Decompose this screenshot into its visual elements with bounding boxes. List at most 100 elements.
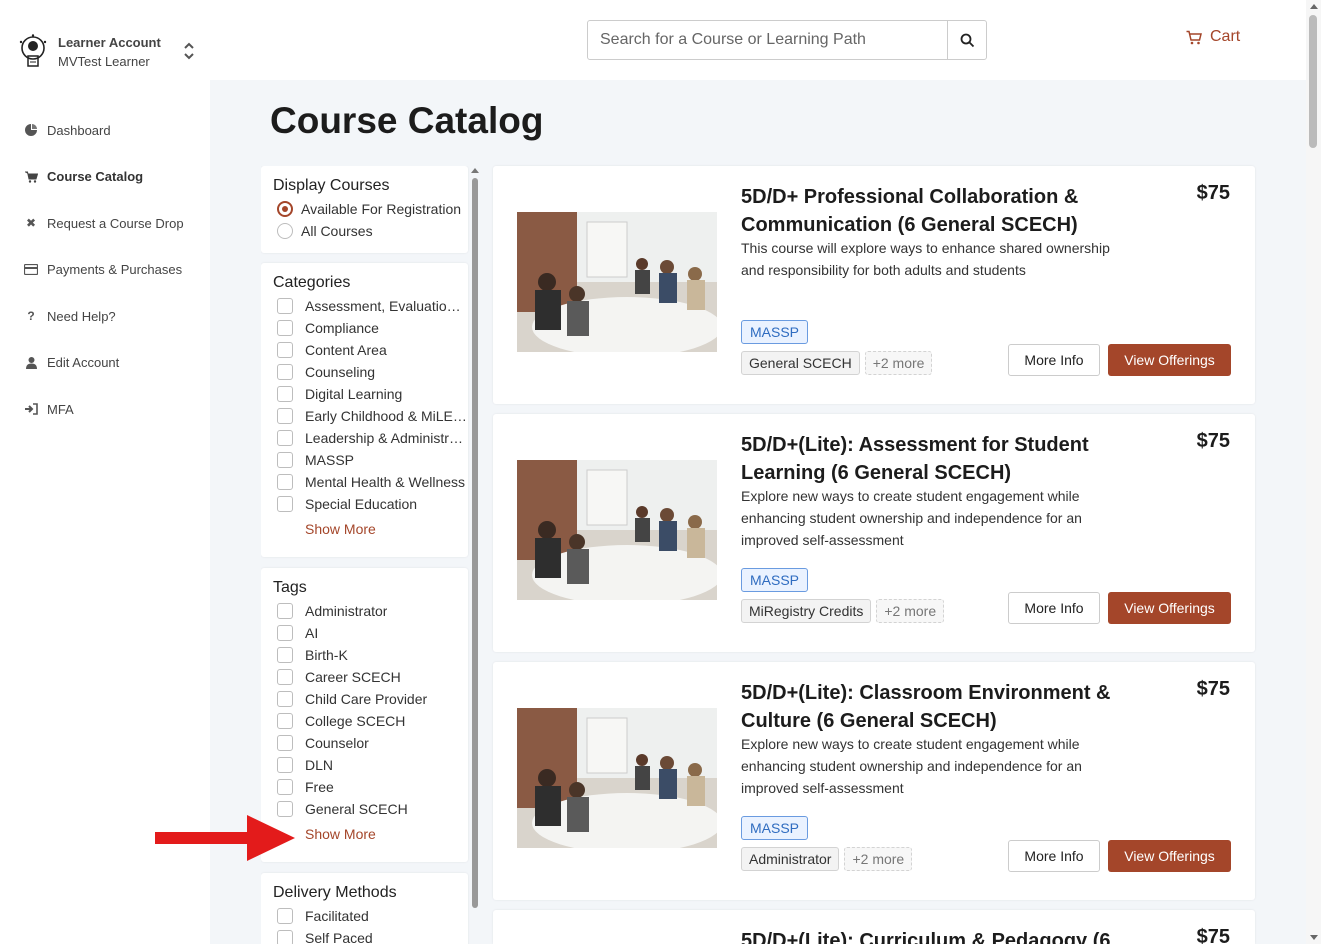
scroll-up-icon[interactable] [1310,4,1318,9]
checkbox-option[interactable]: Career SCECH [273,666,468,688]
x-icon: ✖ [25,216,37,231]
sidebar-item-edit-account[interactable]: Edit Account [24,340,184,387]
sidebar-item-help[interactable]: ? Need Help? [24,293,184,340]
sidebar-item-mfa[interactable]: MFA [24,386,184,433]
account-switcher[interactable]: Learner Account MVTest Learner [17,32,197,72]
checkbox-option[interactable]: Counseling [273,361,468,383]
checkbox[interactable] [277,735,293,751]
sidebar-item-dashboard[interactable]: Dashboard [24,107,184,154]
checkbox[interactable] [277,496,293,512]
radio-button[interactable] [277,223,293,239]
sidebar-item-payments[interactable]: Payments & Purchases [24,247,184,294]
account-title: Learner Account [58,35,161,50]
cart-link[interactable]: Cart [1186,28,1240,46]
checkbox[interactable] [277,779,293,795]
checkbox[interactable] [277,364,293,380]
more-tags-chip[interactable]: +2 more [864,351,933,375]
radio-option[interactable]: All Courses [273,220,468,242]
org-badge: MASSP [741,320,809,344]
checkbox-option[interactable]: Assessment, Evaluation & Data [273,295,468,317]
chevron-up-down-icon[interactable] [182,40,196,62]
scrollbar-thumb[interactable] [472,178,478,908]
course-title[interactable]: 5D/D+ Professional Collaboration & Commu… [741,183,1121,239]
checkbox[interactable] [277,930,293,944]
checkbox[interactable] [277,320,293,336]
search-button[interactable] [947,21,986,59]
checkbox[interactable] [277,691,293,707]
checkbox-option[interactable]: Self Paced [273,927,468,944]
course-title[interactable]: 5D/D+(Lite): Classroom Environment & Cul… [741,679,1121,735]
arrow-right-icon [155,815,295,861]
tags-show-more-link[interactable]: Show More [305,826,376,842]
checkbox[interactable] [277,342,293,358]
checkbox[interactable] [277,669,293,685]
checkbox-option[interactable]: Birth-K [273,644,468,666]
checkbox-option[interactable]: Digital Learning [273,383,468,405]
course-price: $75 [1196,182,1230,204]
page-scrollbar[interactable] [1306,0,1321,944]
checkbox-option[interactable]: Special Education [273,493,468,515]
filters-scrollbar[interactable] [470,166,480,944]
top-header: Cart [210,0,1306,80]
view-offerings-button[interactable]: View Offerings [1108,344,1231,376]
checkbox[interactable] [277,298,293,314]
radio-option[interactable]: Available For Registration [273,198,468,220]
more-tags-chip[interactable]: +2 more [844,847,913,871]
view-offerings-button[interactable]: View Offerings [1108,840,1231,872]
checkbox-option[interactable]: Facilitated [273,905,468,927]
sidebar: Learner Account MVTest Learner Dashboard… [0,0,210,944]
checkbox[interactable] [277,603,293,619]
course-thumbnail[interactable] [517,212,717,352]
checkbox[interactable] [277,647,293,663]
course-thumbnail[interactable] [517,460,717,600]
course-thumbnail[interactable] [517,708,717,848]
checkbox[interactable] [277,474,293,490]
radio-button-selected[interactable] [277,201,293,217]
checkbox-option[interactable]: MASSP [273,449,468,471]
checkbox-option[interactable]: Leadership & Administration [273,427,468,449]
categories-show-more-link[interactable]: Show More [305,521,376,537]
sidebar-item-request-drop[interactable]: ✖ Request a Course Drop [24,200,184,247]
course-title[interactable]: 5D/D+(Lite): Assessment for Student Lear… [741,431,1121,487]
checkbox-option[interactable]: General SCECH [273,798,468,820]
checkbox-option[interactable]: Free [273,776,468,798]
more-info-button[interactable]: More Info [1008,344,1100,376]
course-title[interactable]: 5D/D+(Lite): Curriculum & Pedagogy (6 [741,927,1121,944]
checkbox-option[interactable]: Mental Health & Wellness [273,471,468,493]
scroll-down-icon[interactable] [1310,935,1318,940]
more-tags-chip[interactable]: +2 more [876,599,945,623]
logo-icon [19,34,47,67]
checkbox-option[interactable]: Content Area [273,339,468,361]
account-subtitle: MVTest Learner [58,54,150,69]
scrollbar-thumb[interactable] [1309,15,1317,148]
user-icon [24,356,38,370]
scroll-up-icon[interactable] [471,168,479,173]
checkbox[interactable] [277,713,293,729]
checkbox[interactable] [277,386,293,402]
checkbox[interactable] [277,757,293,773]
checkbox-option[interactable]: College SCECH [273,710,468,732]
checkbox[interactable] [277,908,293,924]
checkbox-option[interactable]: Counselor [273,732,468,754]
checkbox[interactable] [277,430,293,446]
sidebar-item-course-catalog[interactable]: Course Catalog [24,154,184,201]
checkbox[interactable] [277,452,293,468]
checkbox-option[interactable]: Administrator [273,600,468,622]
page-title: Course Catalog [270,100,544,141]
more-info-button[interactable]: More Info [1008,592,1100,624]
checkbox-option[interactable]: Child Care Provider [273,688,468,710]
checkbox[interactable] [277,625,293,641]
display-courses-filter: Display Courses Available For Registrati… [261,166,468,253]
sign-in-icon [24,402,38,416]
question-icon: ? [27,309,35,324]
search-input[interactable] [588,21,947,59]
checkbox-option[interactable]: Early Childhood & MiLEAP [273,405,468,427]
checkbox-option[interactable]: Compliance [273,317,468,339]
view-offerings-button[interactable]: View Offerings [1108,592,1231,624]
search-box [587,20,987,60]
more-info-button[interactable]: More Info [1008,840,1100,872]
checkbox-option[interactable]: AI [273,622,468,644]
checkbox-option[interactable]: DLN [273,754,468,776]
credit-card-icon [24,263,38,277]
checkbox[interactable] [277,408,293,424]
